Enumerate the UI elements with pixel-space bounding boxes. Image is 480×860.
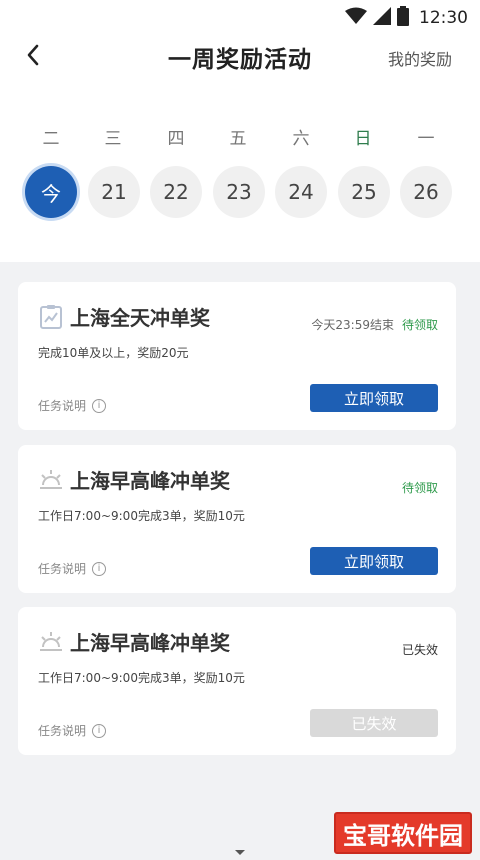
card-description: 工作日7:00~9:00完成3单，奖励10元	[38, 671, 245, 685]
info-icon: i	[92, 723, 107, 738]
caret-down-icon	[235, 850, 245, 855]
pull-down-handle[interactable]	[226, 846, 254, 860]
day-item[interactable]: 22	[150, 166, 202, 218]
claim-button[interactable]: 立即领取	[310, 547, 438, 575]
status-indicators: 12:30	[345, 6, 468, 30]
weekday-label: 一	[417, 129, 435, 149]
card-description: 工作日7:00~9:00完成3单，奖励10元	[38, 509, 245, 523]
day-item[interactable]: 25	[338, 166, 390, 218]
reward-card: 上海早高峰冲单奖 待领取 工作日7:00~9:00完成3单，奖励10元 任务说明…	[18, 445, 456, 593]
card-status: 已失效	[401, 643, 438, 657]
card-description: 完成10单及以上，奖励20元	[38, 346, 189, 360]
card-title: 上海早高峰冲单奖	[70, 631, 230, 655]
card-deadline: 今天23:59结束	[311, 318, 394, 332]
status-bar: 12:30	[0, 0, 480, 34]
card-status: 待领取	[401, 481, 438, 495]
info-icon: i	[92, 561, 107, 576]
weekday-label: 二	[42, 129, 60, 149]
signal-icon	[373, 7, 391, 29]
day-item[interactable]: 21	[88, 166, 140, 218]
my-reward-link[interactable]: 我的奖励	[388, 46, 452, 70]
task-note-label: 任务说明	[38, 724, 87, 738]
reward-card: 上海早高峰冲单奖 已失效 工作日7:00~9:00完成3单，奖励10元 任务说明…	[18, 607, 456, 755]
card-status-group: 待领取	[402, 479, 438, 496]
header: 一周奖励活动 我的奖励	[0, 34, 480, 94]
watermark-logo: 宝哥软件园	[334, 812, 472, 854]
weekday-label: 六	[292, 129, 310, 149]
week-calendar: 二 三 四 五 六 日 一 今 21 22 23 24 25 26	[0, 94, 480, 262]
card-status-group: 今天23:59结束 待领取	[311, 316, 438, 333]
task-note-label: 任务说明	[38, 399, 87, 413]
chart-clipboard-icon	[38, 304, 64, 330]
card-status: 待领取	[401, 318, 438, 332]
weekday-label: 日	[354, 129, 372, 149]
claim-button[interactable]: 立即领取	[310, 384, 438, 412]
reward-card: 上海全天冲单奖 今天23:59结束 待领取 完成10单及以上，奖励20元 任务说…	[18, 282, 456, 430]
task-info-link[interactable]: 任务说明 i	[38, 722, 107, 739]
day-today[interactable]: 今	[25, 166, 77, 218]
day-item[interactable]: 23	[213, 166, 265, 218]
sunrise-icon	[38, 467, 64, 493]
card-title: 上海早高峰冲单奖	[70, 469, 230, 493]
day-item[interactable]: 26	[400, 166, 452, 218]
task-info-link[interactable]: 任务说明 i	[38, 397, 107, 414]
day-item[interactable]: 24	[275, 166, 327, 218]
card-title: 上海全天冲单奖	[70, 306, 210, 330]
status-time: 12:30	[419, 8, 468, 28]
task-info-link[interactable]: 任务说明 i	[38, 560, 107, 577]
weekday-label: 五	[229, 129, 247, 149]
wifi-icon	[345, 7, 367, 29]
task-note-label: 任务说明	[38, 562, 87, 576]
expired-button: 已失效	[310, 709, 438, 737]
weekday-label: 四	[167, 129, 185, 149]
card-status-group: 已失效	[402, 641, 438, 658]
sunrise-icon	[38, 629, 64, 655]
battery-icon	[397, 6, 409, 30]
weekday-label: 三	[104, 129, 122, 149]
info-icon: i	[92, 398, 107, 413]
